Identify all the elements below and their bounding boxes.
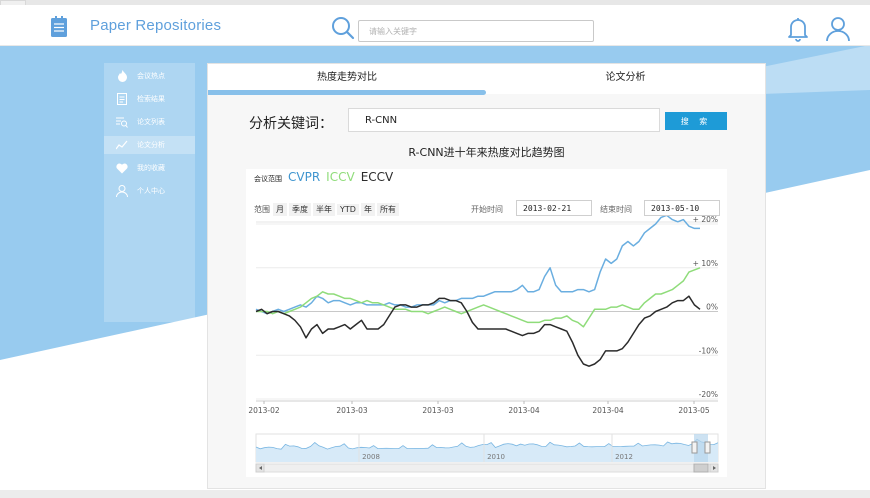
range-button-ytd[interactable]: YTD — [337, 203, 359, 215]
chart-title: R-CNN进十年来热度对比趋势图 — [408, 146, 565, 159]
y-tick-label: + 10% — [693, 259, 718, 268]
main-panel: 热度走势对比 论文分析 分析关键词： 搜 索 R-CNN进十年来热度对比趋势图 … — [207, 63, 766, 489]
active-tab-indicator — [208, 90, 486, 95]
sidebar-item-label: 检索结果 — [137, 95, 165, 103]
chart-legend: 会议范围 CVPR ICCV ECCV — [254, 170, 399, 184]
analysis-icon — [116, 139, 128, 151]
sidebar-item-label: 论文列表 — [137, 118, 165, 126]
sidebar: 会议热点 检索结果 论文列表 论文分析 我的收藏 个人中心 — [104, 63, 195, 322]
x-tick-label: 2013-04 — [508, 406, 540, 415]
range-button-year[interactable]: 年 — [360, 202, 375, 216]
sidebar-item-label: 会议热点 — [137, 72, 165, 80]
scroll-thumb[interactable] — [693, 463, 709, 473]
sidebar-item-label: 个人中心 — [137, 187, 165, 195]
sidebar-item-search-results[interactable]: 检索结果 — [104, 90, 195, 108]
x-tick-label: 2013-03 — [422, 406, 454, 415]
search-button[interactable]: 搜 索 — [665, 112, 727, 130]
window-bottom-strip — [0, 490, 870, 498]
tab-paper-analysis[interactable]: 论文分析 — [486, 64, 765, 92]
range-button-half-year[interactable]: 半年 — [313, 202, 335, 216]
top-header: Paper Repositories — [0, 5, 870, 46]
series-line-iccv[interactable] — [256, 267, 701, 328]
sidebar-item-favorites[interactable]: 我的收藏 — [104, 159, 195, 177]
x-tick-label: 2013-04 — [592, 406, 624, 415]
flame-icon — [116, 70, 128, 82]
range-selector: 范围 月 季度 半年 YTD 年 所有 — [254, 202, 401, 216]
navigator-year-label: 2008 — [362, 453, 380, 461]
legend-item-cvpr[interactable]: CVPR — [288, 170, 320, 184]
search-icon[interactable] — [331, 16, 355, 40]
start-date-input[interactable] — [516, 200, 592, 216]
navigator-handle-left[interactable] — [691, 441, 698, 454]
document-icon — [51, 16, 67, 37]
sidebar-item-profile[interactable]: 个人中心 — [104, 182, 195, 200]
legend-caption: 会议范围 — [254, 175, 282, 183]
navigator-scrollbar-track[interactable] — [255, 463, 719, 473]
user-icon[interactable] — [826, 16, 850, 42]
sidebar-item-paper-list[interactable]: 论文列表 — [104, 113, 195, 131]
range-button-all[interactable]: 所有 — [376, 202, 399, 216]
legend-item-iccv[interactable]: ICCV — [326, 170, 355, 184]
search-list-icon — [116, 116, 128, 128]
sidebar-item-label: 我的收藏 — [137, 164, 165, 172]
keyword-label: 分析关键词： — [249, 116, 333, 132]
tab-bar: 热度走势对比 论文分析 — [208, 64, 765, 95]
end-date-input[interactable] — [644, 200, 720, 216]
navigator-year-label: 2010 — [487, 453, 505, 461]
navigator-handle-right[interactable] — [704, 441, 711, 454]
tab-trend-comparison[interactable]: 热度走势对比 — [208, 64, 486, 92]
legend-item-eccv[interactable]: ECCV — [361, 170, 394, 184]
sidebar-item-hot-topics[interactable]: 会议热点 — [104, 67, 195, 85]
bell-icon[interactable] — [787, 16, 809, 42]
series-line-cvpr[interactable] — [255, 214, 700, 315]
heart-icon — [116, 162, 128, 174]
start-date-label: 开始时间 — [471, 205, 503, 214]
keyword-input[interactable] — [348, 108, 660, 132]
brand-title[interactable]: Paper Repositories — [90, 17, 221, 34]
y-tick-label: + 20% — [693, 215, 718, 224]
x-tick-label: 2013-05 — [678, 406, 710, 415]
y-tick-label: -10% — [699, 346, 718, 355]
y-tick-label: 0% — [706, 303, 718, 312]
x-tick-label: 2013-03 — [336, 406, 368, 415]
chart-card: + 20% + 10% 0% -10% -20% 2013-02 2013-03 2013-0… — [246, 169, 727, 477]
sidebar-item-paper-analysis[interactable]: 论文分析 — [104, 136, 195, 154]
navigator-year-label: 2012 — [615, 453, 633, 461]
person-icon — [116, 185, 128, 197]
sidebar-item-label: 论文分析 — [137, 141, 165, 149]
range-label: 范围 — [254, 204, 270, 214]
range-button-quarter[interactable]: 季度 — [289, 202, 311, 216]
list-doc-icon — [116, 93, 128, 105]
x-tick-label: 2013-02 — [248, 406, 280, 415]
header-search-input[interactable] — [358, 20, 594, 42]
end-date-label: 结束时间 — [600, 205, 632, 214]
range-button-month[interactable]: 月 — [273, 202, 287, 216]
y-tick-label: -20% — [699, 390, 718, 399]
